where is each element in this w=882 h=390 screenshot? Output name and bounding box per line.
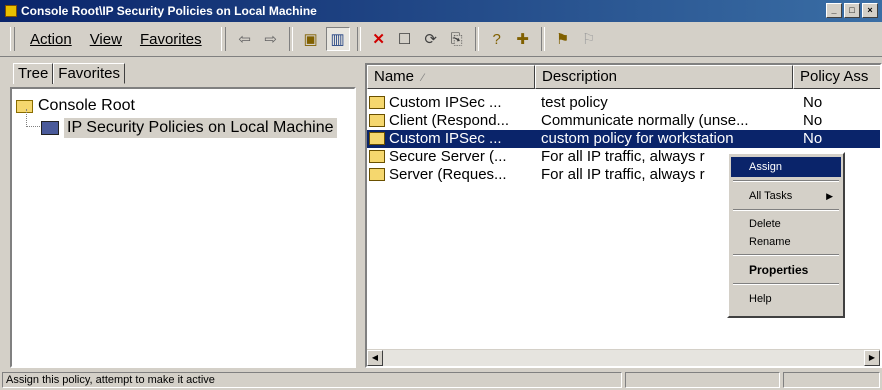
window-controls: _ □ ×: [826, 3, 878, 18]
menu-item-help[interactable]: Help: [731, 289, 841, 309]
list-item-selected[interactable]: Custom IPSec ... custom policy for works…: [367, 130, 880, 148]
menu-favorites[interactable]: Favorites: [131, 27, 211, 52]
policy-icon: [369, 168, 385, 181]
refresh-icon[interactable]: ⟳: [420, 28, 442, 50]
minimize-button[interactable]: _: [826, 3, 842, 18]
column-header-policy-assigned[interactable]: Policy Ass: [793, 65, 880, 89]
column-header-name[interactable]: Name ⁄: [367, 65, 535, 89]
menu-item-assign[interactable]: Assign: [731, 157, 841, 177]
scroll-right-icon[interactable]: ▶: [864, 350, 880, 366]
menu-view[interactable]: View: [81, 27, 131, 52]
tree-connector: [26, 109, 27, 127]
policy-name: Client (Respond...: [389, 112, 510, 129]
tree-connector: [26, 126, 40, 127]
menu-item-label: All Tasks: [749, 190, 793, 202]
menu-view-label: View: [89, 30, 122, 48]
menu-item-rename[interactable]: Rename: [731, 232, 841, 252]
list-item[interactable]: Client (Respond... Communicate normally …: [367, 112, 880, 130]
column-header-label: Name: [374, 68, 415, 85]
toolbar-separator: [288, 27, 293, 51]
add-policy-icon[interactable]: ✚: [512, 28, 534, 50]
policy-name: Server (Reques...: [389, 166, 507, 183]
assign-policy-icon[interactable]: ⚑: [552, 28, 574, 50]
policy-name: Custom IPSec ...: [389, 130, 502, 147]
column-header-label: Policy Ass: [800, 68, 869, 85]
menu-favorites-label: Favorites: [139, 30, 202, 48]
menu-separator: [733, 180, 839, 182]
status-text: Assign this policy, attempt to make it a…: [2, 372, 622, 388]
back-arrow-icon[interactable]: ⇦: [234, 28, 256, 50]
show-hide-tree-icon[interactable]: ▥: [325, 27, 350, 51]
tab-favorites[interactable]: Favorites: [53, 63, 125, 84]
tree-item-label: IP Security Policies on Local Machine: [64, 118, 337, 138]
policy-name: Secure Server (...: [389, 148, 507, 165]
folder-icon: [16, 99, 33, 113]
scroll-left-icon[interactable]: ◀: [367, 350, 383, 366]
policy-description: test policy: [541, 94, 608, 111]
up-one-level-icon[interactable]: ▣: [300, 28, 322, 50]
column-header-label: Description: [542, 68, 618, 85]
status-panel-3: [783, 372, 880, 388]
menu-separator: [733, 283, 839, 285]
policy-description: custom policy for workstation: [541, 130, 734, 147]
tree-item-console-root[interactable]: Console Root: [16, 97, 135, 115]
maximize-button[interactable]: □: [844, 3, 860, 18]
policy-name: Custom IPSec ...: [389, 94, 502, 111]
policy-assigned: No: [803, 94, 823, 111]
column-header-description[interactable]: Description: [535, 65, 793, 89]
menu-item-properties[interactable]: Properties: [731, 260, 841, 280]
security-policy-icon: [41, 121, 59, 135]
tab-tree[interactable]: Tree: [13, 63, 54, 84]
toolbar: Action View Favorites ⇦ ⇨ ▣ ▥ ✕ ☐ ⟳ ⎘ ? …: [0, 22, 882, 57]
tree-item-ip-security-policies[interactable]: IP Security Policies on Local Machine: [41, 118, 337, 138]
delete-icon[interactable]: ✕: [368, 28, 390, 50]
export-list-icon[interactable]: ⎘: [446, 28, 468, 50]
mmc-app-icon: [5, 5, 17, 17]
menu-action[interactable]: Action: [21, 27, 81, 52]
list-item[interactable]: Custom IPSec ... test policy No: [367, 94, 880, 112]
horizontal-scrollbar[interactable]: ◀ ▶: [367, 349, 880, 366]
policy-icon: [369, 150, 385, 163]
policy-assigned: No: [803, 112, 823, 129]
menu-item-delete[interactable]: Delete: [731, 214, 841, 234]
sort-indicator-icon: ⁄: [422, 72, 424, 84]
tree-item-label: Console Root: [38, 97, 135, 114]
policy-icon: [369, 132, 385, 145]
toolbar-separator: [540, 27, 545, 51]
menu-separator: [733, 254, 839, 256]
policy-icon: [369, 114, 385, 127]
tree-tabs: Tree Favorites: [13, 63, 125, 84]
submenu-arrow-icon: ▶: [826, 191, 833, 201]
toolbar-separator: [474, 27, 479, 51]
unassign-policy-icon[interactable]: ⚐: [578, 28, 600, 50]
status-bar: Assign this policy, attempt to make it a…: [0, 370, 882, 390]
properties-icon[interactable]: ☐: [394, 28, 416, 50]
status-panel-2: [625, 372, 780, 388]
close-button[interactable]: ×: [862, 3, 878, 18]
toolbar-grip-2[interactable]: [220, 27, 226, 51]
policy-icon: [369, 96, 385, 109]
toolbar-separator: [356, 27, 361, 51]
menu-separator: [733, 209, 839, 211]
window-title: Console Root\IP Security Policies on Loc…: [21, 4, 317, 18]
menu-item-all-tasks[interactable]: All Tasks ▶: [731, 186, 841, 206]
menu-action-label: Action: [30, 30, 72, 48]
policy-assigned: No: [803, 130, 823, 147]
tree-pane[interactable]: Console Root IP Security Policies on Loc…: [10, 87, 356, 368]
toolbar-grip[interactable]: [10, 27, 15, 51]
title-bar: Console Root\IP Security Policies on Loc…: [0, 0, 882, 22]
help-icon[interactable]: ?: [486, 28, 508, 50]
forward-arrow-icon[interactable]: ⇨: [260, 28, 282, 50]
context-menu: Assign All Tasks ▶ Delete Rename Propert…: [727, 152, 845, 318]
policy-description: Communicate normally (unse...: [541, 112, 749, 129]
